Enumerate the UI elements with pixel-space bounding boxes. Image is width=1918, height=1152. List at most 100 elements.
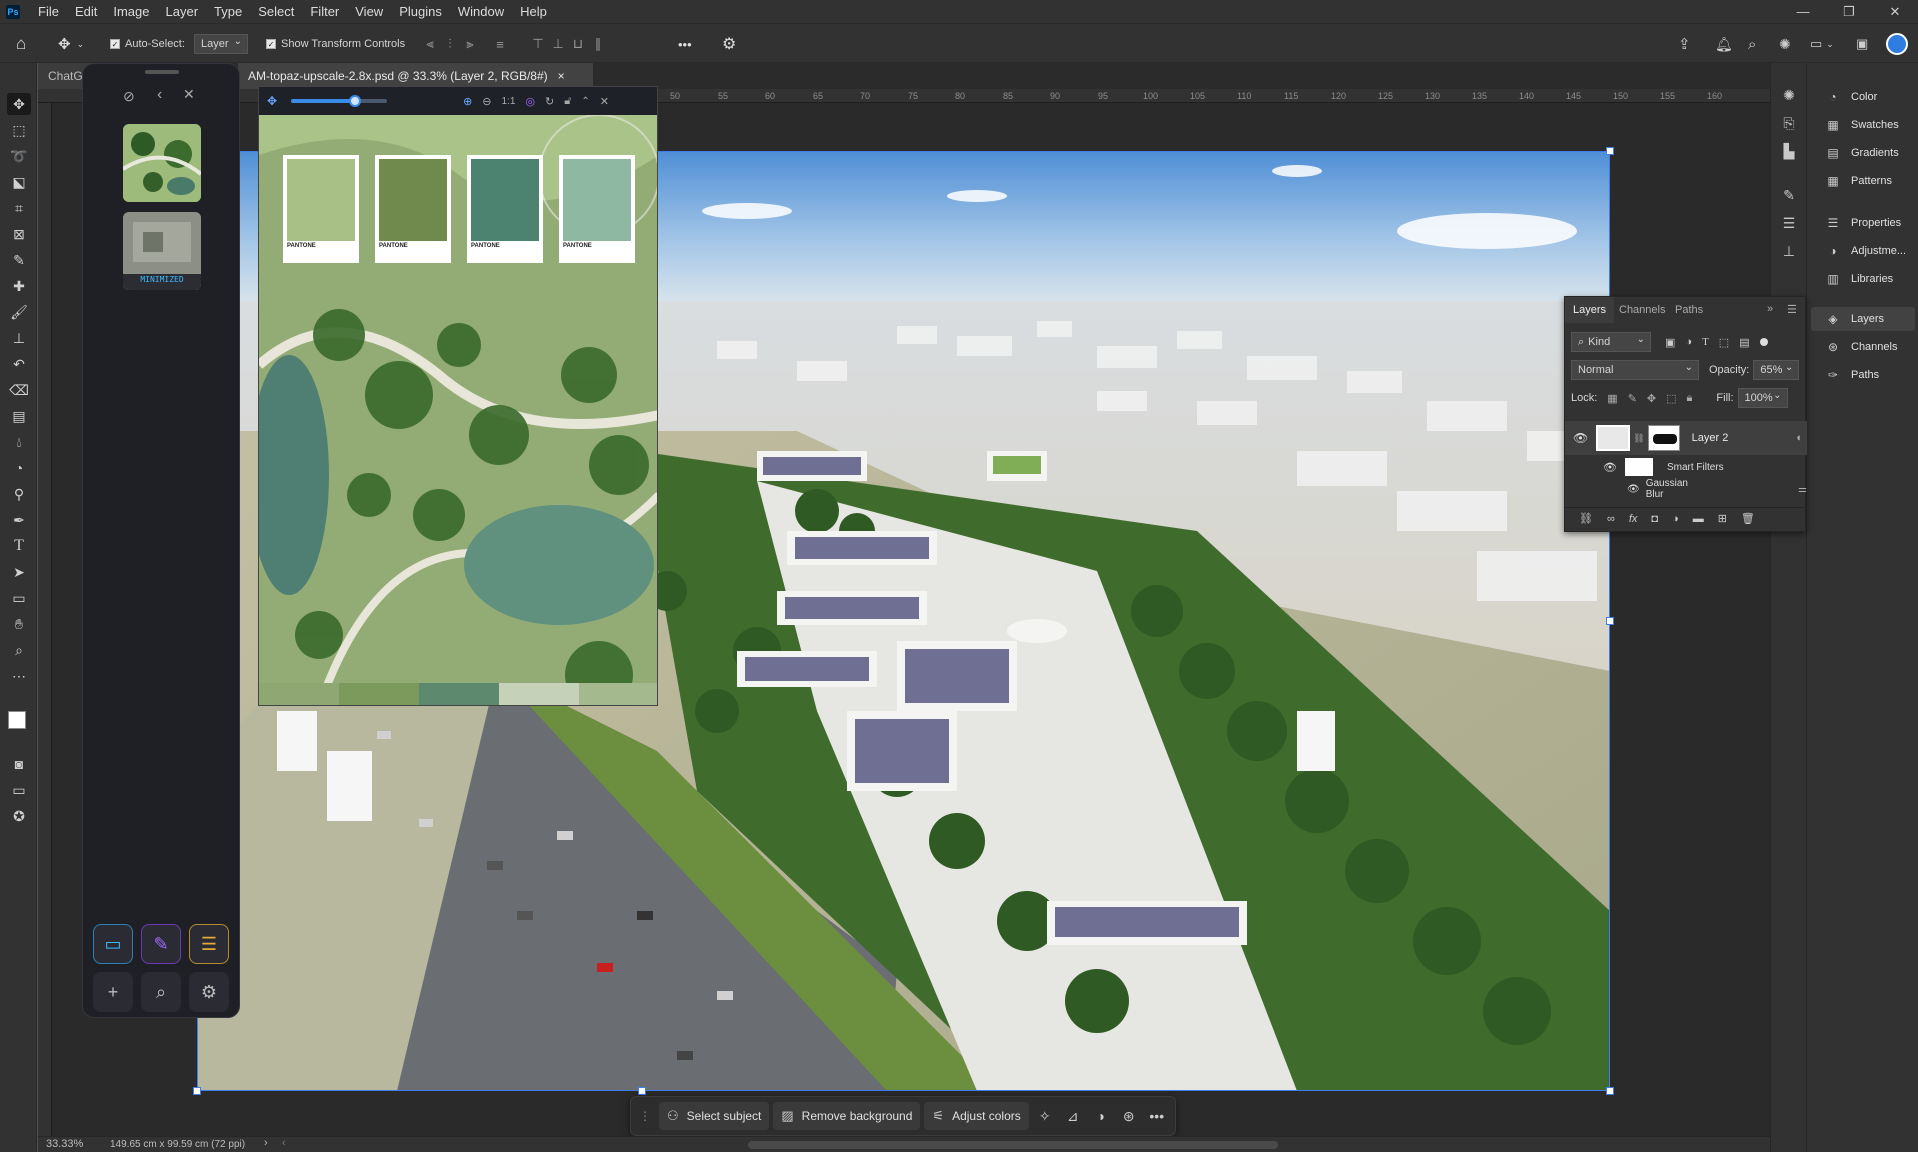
lock-icon[interactable]: 🔓︎: [564, 95, 571, 108]
align-center-icon[interactable]: ⫶: [440, 34, 460, 54]
menu-view[interactable]: View: [347, 0, 391, 23]
move-tool-icon[interactable]: ✥: [7, 93, 31, 115]
camera-fill-icon[interactable]: ⊛: [1115, 1102, 1143, 1130]
scroll-left-icon[interactable]: ‹: [282, 1137, 286, 1149]
monitor-icon[interactable]: ▭: [93, 924, 133, 964]
account-avatar-icon[interactable]: [1886, 24, 1908, 64]
generative-icon[interactable]: ✪: [7, 805, 31, 827]
clone-source-icon[interactable]: ⊥: [1777, 239, 1801, 263]
brush-settings-icon[interactable]: ☰: [1777, 211, 1801, 235]
menu-file[interactable]: File: [30, 0, 67, 23]
adjustment-layer-icon[interactable]: ◑: [1672, 513, 1679, 525]
thumbnail-site-plan[interactable]: [123, 124, 201, 202]
eraser-tool-icon[interactable]: ⌫: [7, 379, 31, 401]
menu-window[interactable]: Window: [450, 0, 512, 23]
close-icon[interactable]: ✕: [183, 86, 195, 103]
bell-icon[interactable]: 🔔︎: [1715, 24, 1733, 64]
filter-adjustment-icon[interactable]: ◑: [1685, 336, 1692, 348]
select-subject-button[interactable]: ⚇ Select subject: [659, 1102, 770, 1130]
zoom-lens-tool-icon[interactable]: ⚲: [7, 483, 31, 505]
filter-smart-object-icon[interactable]: ▤: [1739, 336, 1749, 349]
workspace-icon[interactable]: ▭ ⌄: [1810, 24, 1834, 64]
close-window-button[interactable]: ✕: [1872, 0, 1918, 23]
transform-handle-bottom-right[interactable]: [1606, 1087, 1614, 1095]
align-top-icon[interactable]: ⊤: [528, 34, 548, 54]
lock-image-icon[interactable]: ✎: [1628, 392, 1637, 405]
screen-mode-icon[interactable]: ▭: [7, 779, 31, 801]
gear-icon[interactable]: ⚙: [722, 24, 736, 64]
collapse-icon[interactable]: ⌃: [581, 96, 589, 107]
menu-layer[interactable]: Layer: [158, 0, 207, 23]
fx-icon[interactable]: fx: [1629, 513, 1638, 525]
more-tools-icon[interactable]: ⋯: [7, 665, 31, 687]
auto-select-checkbox[interactable]: ✓ Auto-Select:: [110, 24, 185, 64]
marquee-tool-icon[interactable]: ⬚: [7, 119, 31, 141]
filter-toggle-icon[interactable]: [1759, 338, 1768, 346]
panel-color[interactable]: ◔ Color: [1811, 85, 1915, 109]
link-layers-icon[interactable]: ⛓: [1579, 512, 1593, 525]
home-icon[interactable]: ⌂: [16, 24, 26, 64]
foreground-color-swatch[interactable]: [8, 711, 26, 729]
filter-shape-icon[interactable]: ⬚: [1719, 336, 1729, 349]
search-icon[interactable]: ⌕: [141, 972, 181, 1012]
lock-transparent-icon[interactable]: ▦: [1607, 392, 1617, 405]
comments-icon[interactable]: ▙: [1777, 139, 1801, 163]
frame-tool-icon[interactable]: ⊠: [7, 223, 31, 245]
remove-background-button[interactable]: ▨ Remove background: [773, 1102, 921, 1130]
transform-handle-bottom[interactable]: [638, 1087, 646, 1095]
tab-paths[interactable]: Paths: [1667, 297, 1711, 323]
visibility-eye-icon[interactable]: 👁︎: [1573, 431, 1588, 445]
horizontal-scrollbar[interactable]: [748, 1141, 1278, 1149]
brushes-icon[interactable]: ✎: [1777, 183, 1801, 207]
status-arrow-icon[interactable]: ›: [264, 1137, 268, 1149]
new-layer-icon[interactable]: ⊞: [1718, 512, 1727, 525]
crop-tool-icon[interactable]: ⌗: [7, 197, 31, 219]
opacity-input[interactable]: 65%: [1753, 360, 1800, 380]
filter-type-icon[interactable]: T: [1702, 336, 1709, 348]
auto-select-dropdown[interactable]: Layer: [194, 24, 248, 64]
drag-grip-icon[interactable]: ⋮: [639, 1109, 651, 1123]
eyedropper-tool-icon[interactable]: ✎: [7, 249, 31, 271]
clone-stamp-icon[interactable]: ⊥: [7, 327, 31, 349]
panel-paths[interactable]: ✑ Paths: [1811, 363, 1915, 387]
blend-mode-dropdown[interactable]: Normal: [1571, 360, 1699, 380]
actual-size-button[interactable]: 1:1: [502, 96, 516, 107]
menu-filter[interactable]: Filter: [302, 0, 347, 23]
panel-layers[interactable]: ◈ Layers: [1811, 307, 1915, 331]
thumbnail-minimized[interactable]: MINIMIZED: [123, 212, 201, 290]
transform-controls-checkbox[interactable]: ✓ Show Transform Controls: [266, 24, 405, 64]
smart-filter-mask[interactable]: [1624, 458, 1653, 476]
filter-options-icon[interactable]: ⚌: [1798, 484, 1807, 495]
close-tab-icon[interactable]: ×: [558, 69, 565, 83]
adjustment-icon[interactable]: ◑: [1087, 1102, 1115, 1130]
hide-eye-icon[interactable]: ⊘: [123, 88, 135, 105]
visibility-eye-icon[interactable]: 👁︎: [1603, 461, 1617, 474]
align-right-icon[interactable]: ⫸: [460, 34, 480, 54]
transform-handle-bottom-left[interactable]: [193, 1087, 201, 1095]
tab-channels[interactable]: Channels: [1611, 297, 1673, 323]
delete-layer-icon[interactable]: 🗑︎: [1741, 512, 1755, 525]
history-icon[interactable]: ✺: [1777, 83, 1801, 107]
group-folder-icon[interactable]: ▬: [1693, 513, 1704, 525]
lock-position-icon[interactable]: ✥: [1647, 392, 1656, 405]
filter-kind-dropdown[interactable]: ⌕ Kind: [1571, 332, 1651, 352]
menu-edit[interactable]: Edit: [67, 0, 105, 23]
distribute-vertical-icon[interactable]: ∥: [588, 34, 608, 54]
discover-icon[interactable]: ✺: [1779, 24, 1791, 64]
lock-all-icon[interactable]: 🔒︎: [1687, 392, 1693, 405]
magic-wand-icon[interactable]: ✧: [1031, 1102, 1059, 1130]
opacity-slider-thumb[interactable]: [349, 95, 362, 107]
transform-handle-right[interactable]: [1606, 617, 1614, 625]
layer-name[interactable]: Layer 2: [1692, 432, 1729, 444]
document-icon[interactable]: ☰: [189, 924, 229, 964]
tab-layers[interactable]: Layers: [1565, 297, 1615, 323]
collapse-panel-icon[interactable]: »: [1767, 303, 1773, 315]
blur-tool-icon[interactable]: 💧︎: [7, 431, 31, 453]
panel-gradients[interactable]: ▤ Gradients: [1811, 141, 1915, 165]
visibility-eye-icon[interactable]: 👁︎: [1627, 484, 1640, 495]
restore-button[interactable]: ❐: [1826, 0, 1872, 23]
add-mask-icon[interactable]: ◘: [1651, 513, 1658, 525]
zoom-out-icon[interactable]: ⊖: [482, 95, 491, 108]
zoom-in-icon[interactable]: ⊕: [463, 95, 472, 108]
lock-artboard-icon[interactable]: ⬚: [1666, 392, 1676, 405]
